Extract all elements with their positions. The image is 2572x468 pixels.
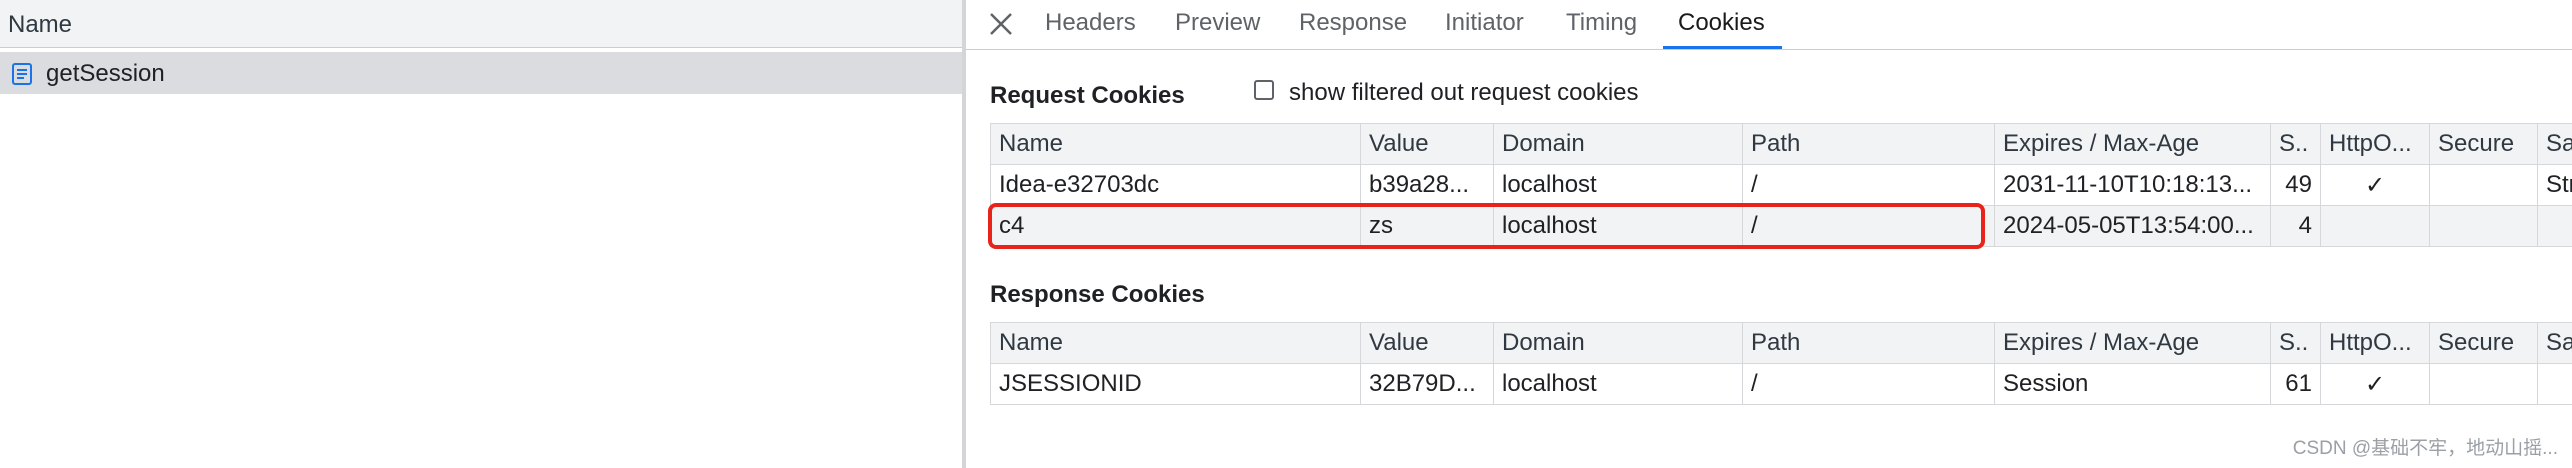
cookie-name: Idea-e32703dc (990, 164, 1361, 206)
cookie-expires: 2031-11-10T10:18:13... (1994, 164, 2271, 206)
watermark: CSDN @基础不牢，地动山摇... (2292, 438, 2558, 459)
response-cookies-table: Name Value Domain Path Expires / Max-Age… (990, 322, 2572, 405)
tab-cookies[interactable]: Cookies (1678, 9, 1765, 49)
cookie-value: 32B79D... (1360, 363, 1494, 405)
col-secure[interactable]: Secure (2429, 322, 2538, 364)
request-list-pane: Name getSession (0, 0, 962, 468)
active-tab-indicator (1663, 46, 1782, 49)
tab-preview[interactable]: Preview (1175, 9, 1260, 49)
details-tabbar: Headers Preview Response Initiator Timin… (966, 0, 2572, 50)
col-name[interactable]: Name (990, 322, 1361, 364)
col-size[interactable]: S.. (2270, 123, 2321, 165)
cookie-path: / (1742, 363, 1995, 405)
col-domain[interactable]: Domain (1493, 123, 1743, 165)
cookie-samesite: Str (2537, 164, 2572, 206)
col-httponly[interactable]: HttpO... (2320, 322, 2430, 364)
name-column-label: Name (8, 11, 73, 38)
col-domain[interactable]: Domain (1493, 322, 1743, 364)
col-expires[interactable]: Expires / Max-Age (1994, 123, 2271, 165)
cookie-samesite (2537, 363, 2572, 405)
table-header-row: Name Value Domain Path Expires / Max-Age… (990, 123, 2572, 165)
cookie-size: 61 (2270, 363, 2321, 405)
col-name[interactable]: Name (990, 123, 1361, 165)
col-expires[interactable]: Expires / Max-Age (1994, 322, 2271, 364)
cookie-size: 4 (2270, 205, 2321, 247)
cookie-httponly: ✓ (2320, 363, 2430, 405)
cookie-size: 49 (2270, 164, 2321, 206)
cookie-name: JSESSIONID (990, 363, 1361, 405)
col-path[interactable]: Path (1742, 123, 1995, 165)
request-cookies-title: Request Cookies (990, 82, 1185, 109)
cookie-value: b39a28... (1360, 164, 1494, 206)
name-column-header[interactable]: Name (0, 0, 962, 48)
table-header-row: Name Value Domain Path Expires / Max-Age… (990, 322, 2572, 364)
cookie-expires: Session (1994, 363, 2271, 405)
cookie-secure (2429, 363, 2538, 405)
cookie-httponly: ✓ (2320, 164, 2430, 206)
col-path[interactable]: Path (1742, 322, 1995, 364)
request-name: getSession (46, 60, 165, 87)
col-value[interactable]: Value (1360, 322, 1494, 364)
show-filtered-label[interactable]: show filtered out request cookies (1289, 79, 1639, 107)
cookie-domain: localhost (1493, 164, 1743, 206)
tab-response[interactable]: Response (1299, 9, 1407, 49)
col-samesite[interactable]: Sa (2537, 123, 2572, 165)
highlight-annotation (988, 203, 1985, 249)
col-samesite[interactable]: Sa (2537, 322, 2572, 364)
table-row[interactable]: JSESSIONID 32B79D... localhost / Session… (990, 363, 2572, 405)
cookie-domain: localhost (1493, 363, 1743, 405)
cookie-samesite (2537, 205, 2572, 247)
tab-timing[interactable]: Timing (1566, 9, 1637, 49)
cookie-secure (2429, 164, 2538, 206)
response-cookies-title: Response Cookies (990, 281, 1205, 308)
col-httponly[interactable]: HttpO... (2320, 123, 2430, 165)
table-row[interactable]: Idea-e32703dc b39a28... localhost / 2031… (990, 164, 2572, 206)
show-filtered-checkbox[interactable] (1254, 80, 1274, 100)
close-icon[interactable] (986, 9, 1016, 39)
col-value[interactable]: Value (1360, 123, 1494, 165)
tab-headers[interactable]: Headers (1045, 9, 1136, 49)
request-row-getsession[interactable]: getSession (0, 52, 962, 94)
cookie-httponly (2320, 205, 2430, 247)
cookie-secure (2429, 205, 2538, 247)
cookie-path: / (1742, 164, 1995, 206)
col-secure[interactable]: Secure (2429, 123, 2538, 165)
document-icon (12, 63, 32, 85)
col-size[interactable]: S.. (2270, 322, 2321, 364)
cookie-expires: 2024-05-05T13:54:00... (1994, 205, 2271, 247)
tab-initiator[interactable]: Initiator (1445, 9, 1524, 49)
